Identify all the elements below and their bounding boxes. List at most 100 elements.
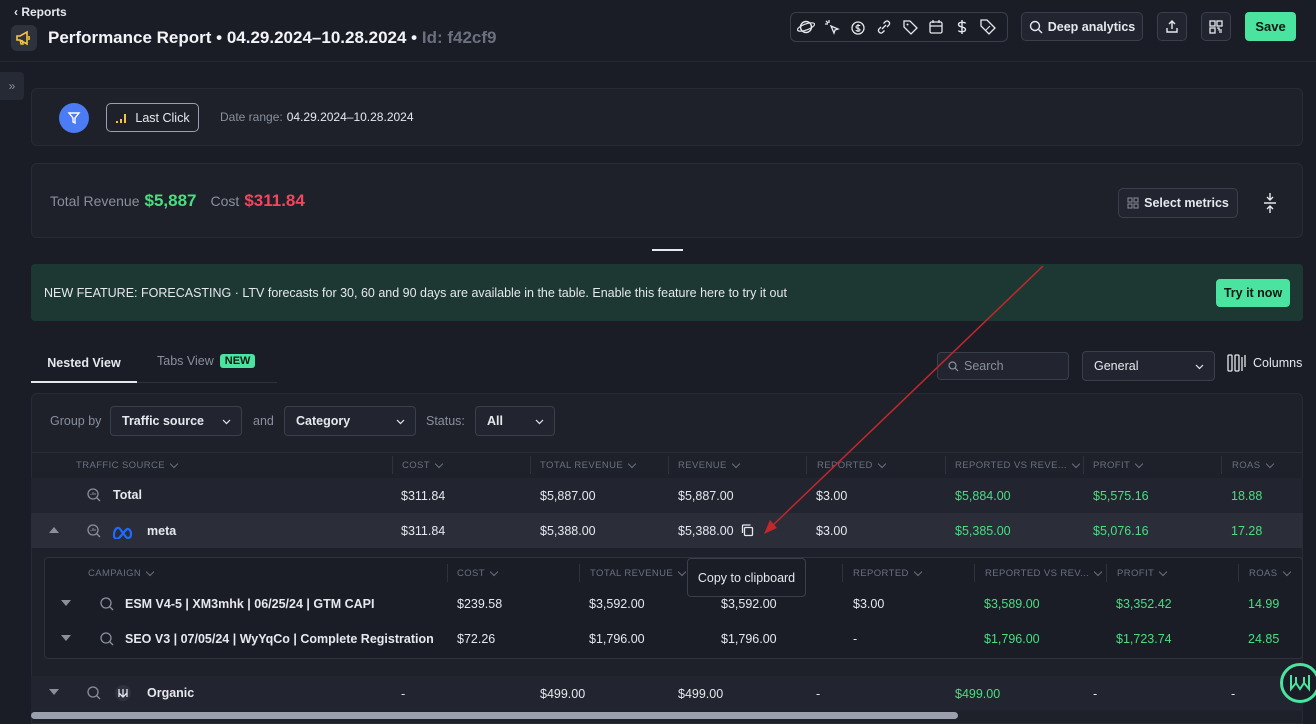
planet-icon[interactable]	[795, 16, 817, 38]
share-button[interactable]	[1157, 12, 1187, 41]
campaign-roas: 14.99	[1248, 597, 1280, 611]
header-reported-vs-revenue[interactable]: REPORTED VS REVE...	[955, 460, 1079, 471]
discount-tag-icon[interactable]	[977, 16, 999, 38]
column-divider[interactable]	[579, 564, 580, 582]
header-profit[interactable]: PROFIT	[1093, 460, 1142, 471]
analytics-search-icon[interactable]	[99, 631, 115, 652]
total-total-revenue: $5,887.00	[540, 489, 596, 503]
collapse-row-icon[interactable]	[49, 527, 59, 533]
expand-vertical-icon[interactable]	[1259, 190, 1281, 216]
attribution-label: Last Click	[135, 110, 190, 125]
horizontal-scrollbar[interactable]	[31, 712, 958, 719]
expand-row-icon[interactable]	[49, 689, 59, 695]
select-metrics-button[interactable]: Select metrics	[1118, 188, 1238, 218]
money-bag-icon[interactable]	[847, 16, 869, 38]
header-reported[interactable]: REPORTED	[817, 460, 885, 471]
organic-total-revenue: $499.00	[540, 687, 586, 701]
campaign-profit: $1,723.74	[1116, 632, 1172, 646]
save-button[interactable]: Save	[1245, 12, 1296, 41]
subheader-roas[interactable]: ROAS	[1249, 568, 1290, 579]
columns-button[interactable]: Columns	[1227, 354, 1302, 372]
sparkle-click-icon[interactable]	[821, 16, 843, 38]
dollar-icon[interactable]	[951, 16, 973, 38]
column-divider[interactable]	[842, 564, 843, 582]
calendar-icon[interactable]	[925, 16, 947, 38]
status-label: Status:	[426, 414, 465, 428]
subheader-total-revenue[interactable]: TOTAL REVENUE	[590, 568, 685, 579]
column-divider[interactable]	[392, 456, 393, 474]
report-id: Id: f42cf9	[421, 28, 497, 47]
search-input[interactable]: Search	[937, 352, 1069, 380]
campaign-roas: 24.85	[1248, 632, 1280, 646]
cost-value: $311.84	[244, 191, 305, 210]
group-by-value: Traffic source	[122, 414, 204, 428]
meta-roas: 17.28	[1231, 524, 1263, 538]
attribution-model-button[interactable]: Last Click	[106, 103, 199, 132]
organic-profit: -	[1093, 687, 1098, 701]
campaign-cost: $239.58	[457, 597, 503, 611]
try-it-now-button[interactable]: Try it now	[1216, 279, 1290, 307]
search-icon	[948, 360, 959, 371]
copy-icon[interactable]	[740, 523, 755, 543]
subheader-reported-vs-revenue[interactable]: REPORTED VS REV...	[985, 568, 1101, 579]
column-divider[interactable]	[530, 456, 531, 474]
group-by-dropdown[interactable]: Traffic source	[110, 406, 242, 436]
resize-handle[interactable]	[652, 249, 683, 251]
date-range-label: Date range:	[220, 110, 283, 124]
campaign-name: SEO V3 | 07/05/24 | WyYqCo | Complete Re…	[125, 632, 434, 646]
column-divider[interactable]	[974, 564, 975, 582]
expand-row-icon[interactable]	[61, 635, 71, 641]
header-traffic-source[interactable]: TRAFFIC SOURCE	[76, 460, 177, 471]
subheader-campaign[interactable]: CAMPAIGN	[88, 568, 153, 579]
campaign-total-revenue: $1,796.00	[589, 632, 645, 646]
expand-row-icon[interactable]	[61, 600, 71, 606]
header-roas[interactable]: ROAS	[1232, 460, 1273, 471]
sidebar-expand-icon[interactable]: »	[0, 72, 24, 100]
analytics-search-icon[interactable]	[86, 523, 102, 544]
link-icon[interactable]	[873, 16, 895, 38]
summary-metrics: Total Revenue $5,887 Cost $311.84	[50, 191, 305, 211]
column-divider[interactable]	[668, 456, 669, 474]
category-value: Category	[296, 414, 351, 428]
tag-icon[interactable]	[899, 16, 921, 38]
category-dropdown[interactable]: Category	[284, 406, 416, 436]
tab-nested-view[interactable]: Nested View	[31, 345, 137, 383]
column-divider[interactable]	[1221, 456, 1222, 474]
brand-logo-icon[interactable]	[1280, 663, 1316, 703]
header-revenue[interactable]: REVENUE	[678, 460, 739, 471]
chevron-down-icon	[1195, 359, 1204, 373]
qr-code-button[interactable]	[1201, 12, 1231, 41]
column-divider[interactable]	[945, 456, 946, 474]
campaign-reported-vs-revenue: $3,589.00	[984, 597, 1040, 611]
copy-tooltip: Copy to clipboard	[687, 558, 806, 597]
campaign-cost: $72.26	[457, 632, 496, 646]
signal-bars-icon	[116, 113, 127, 123]
status-dropdown[interactable]: All	[475, 406, 555, 436]
subheader-reported[interactable]: REPORTED	[853, 568, 921, 579]
tab-tabs-label: Tabs View	[157, 354, 214, 368]
organic-roas: -	[1231, 687, 1236, 701]
total-roas: 18.88	[1231, 489, 1263, 503]
table-row-organic[interactable]	[31, 676, 1303, 711]
general-dropdown[interactable]: General	[1082, 351, 1215, 381]
column-divider[interactable]	[1106, 564, 1107, 582]
breadcrumb[interactable]: ‹ Reports	[14, 5, 67, 19]
and-label: and	[253, 414, 274, 428]
total-reported-vs-revenue: $5,884.00	[955, 489, 1011, 503]
subheader-cost[interactable]: COST	[457, 568, 497, 579]
column-divider[interactable]	[447, 564, 448, 582]
header-total-revenue[interactable]: TOTAL REVENUE	[540, 460, 635, 471]
filter-icon[interactable]	[59, 103, 89, 133]
deep-analytics-button[interactable]: Deep analytics	[1021, 12, 1143, 41]
subheader-profit[interactable]: PROFIT	[1117, 568, 1166, 579]
grid-icon	[1127, 197, 1139, 209]
analytics-search-icon[interactable]	[86, 487, 102, 508]
analytics-search-icon[interactable]	[86, 685, 102, 706]
column-divider[interactable]	[806, 456, 807, 474]
meta-logo-icon	[111, 523, 135, 544]
column-divider[interactable]	[1238, 564, 1239, 582]
header-cost[interactable]: COST	[402, 460, 442, 471]
analytics-search-icon[interactable]	[99, 596, 115, 617]
column-divider[interactable]	[1083, 456, 1084, 474]
tab-tabs-view[interactable]: Tabs View NEW	[157, 354, 256, 368]
